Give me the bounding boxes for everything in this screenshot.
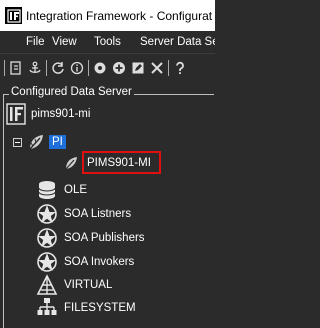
filesystem-icon <box>36 297 58 319</box>
export-icon[interactable] <box>8 59 24 77</box>
tree-node-virtual-label: VIRTUAL <box>64 279 113 291</box>
tree-node-soa-invokers-label: SOA Invokers <box>64 256 135 268</box>
menu-server-data-set[interactable]: Server Data Se <box>140 36 215 48</box>
toolbar-separator <box>4 60 5 76</box>
menu-bar: File View Tools Server Data Se <box>0 31 215 53</box>
tree-node-soa-listners-label: SOA Listners <box>64 208 132 220</box>
tree-node-virtual[interactable]: VIRTUAL <box>36 274 112 296</box>
collapse-toggle[interactable] <box>13 138 22 147</box>
info-icon[interactable] <box>69 59 85 77</box>
toolbar-separator <box>168 60 169 76</box>
soa-invoker-icon <box>36 251 58 273</box>
tree-root-label: pims901-mi <box>31 108 91 120</box>
title-bar: Integration Framework - Configurat <box>0 0 215 31</box>
refresh-icon[interactable] <box>50 59 66 77</box>
tree-node-filesystem[interactable]: FILESYSTEM <box>36 297 136 319</box>
pi-server-icon <box>63 154 79 172</box>
menu-tools[interactable]: Tools <box>94 36 121 48</box>
record-icon[interactable] <box>92 59 108 77</box>
tree-node-soa-publishers[interactable]: SOA Publishers <box>36 227 145 249</box>
tree-node-ole-label: OLE <box>64 184 88 196</box>
pi-leaf-icon <box>26 132 46 152</box>
tree-node-soa-publishers-label: SOA Publishers <box>64 232 145 244</box>
menu-view[interactable]: View <box>52 36 77 48</box>
window-title: Integration Framework - Configurat <box>26 8 213 23</box>
tree-node-soa-listners[interactable]: SOA Listners <box>36 203 131 225</box>
tree-node-pi-label: PI <box>49 135 66 149</box>
toolbar-separator <box>88 60 89 76</box>
tree-root-node[interactable]: pims901-mi <box>6 103 90 125</box>
tree-node-soa-invokers[interactable]: SOA Invokers <box>36 251 134 273</box>
toolbar-separator <box>46 60 47 76</box>
delete-icon[interactable] <box>149 59 165 77</box>
edit-icon[interactable] <box>130 59 146 77</box>
add-icon[interactable] <box>111 59 127 77</box>
menu-file[interactable]: File <box>26 36 45 48</box>
soa-publisher-icon <box>36 227 58 249</box>
selection-highlight <box>82 151 161 174</box>
tree-node-pi[interactable]: PI <box>26 132 66 152</box>
integration-framework-icon <box>5 7 22 24</box>
panel-label: Configured Data Server <box>9 86 134 98</box>
integration-framework-icon <box>6 103 26 125</box>
database-icon <box>36 179 58 201</box>
toolbar <box>0 53 215 82</box>
virtual-icon <box>36 274 58 296</box>
tree-node-ole[interactable]: OLE <box>36 179 87 201</box>
anchor-icon[interactable] <box>27 59 43 77</box>
help-icon[interactable] <box>172 59 188 77</box>
soa-listener-icon <box>36 203 58 225</box>
tree-node-filesystem-label: FILESYSTEM <box>64 302 136 314</box>
